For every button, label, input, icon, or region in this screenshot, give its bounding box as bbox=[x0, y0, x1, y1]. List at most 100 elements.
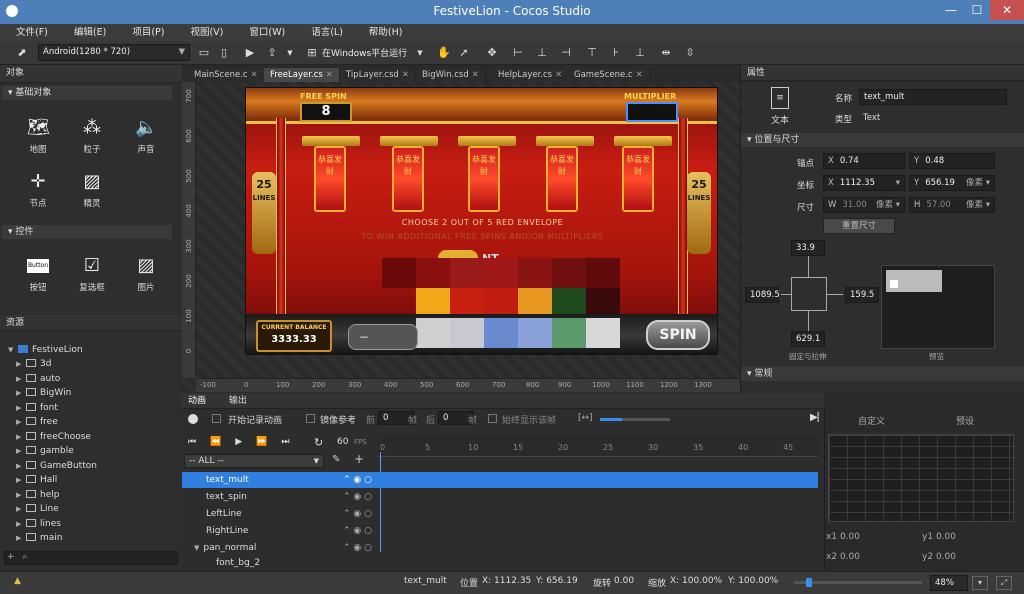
mirror-checkbox[interactable] bbox=[306, 414, 315, 423]
align-middle-icon[interactable]: ⊦ bbox=[608, 45, 624, 61]
resource-folder[interactable]: ▶ freeChoose bbox=[16, 430, 91, 444]
margin-right-field[interactable]: 159.5 bbox=[845, 287, 879, 303]
align-right-icon[interactable]: ⊣ bbox=[558, 45, 574, 61]
run-target-dropdown-icon[interactable]: ▼ bbox=[412, 45, 428, 61]
minus-button[interactable]: − bbox=[348, 324, 418, 350]
playback-controls[interactable]: ⏮⏪▶⏩⏭ bbox=[188, 437, 304, 447]
align-left-icon[interactable]: ⊢ bbox=[510, 45, 526, 61]
resource-folder[interactable]: ▶ Line bbox=[16, 502, 59, 516]
control-checkbox[interactable]: ☑ 复选框 bbox=[70, 255, 114, 293]
zoom-slider[interactable] bbox=[794, 578, 922, 587]
reset-size-button[interactable]: 重置尺寸 bbox=[823, 218, 895, 234]
resource-folder[interactable]: ▶ main bbox=[16, 531, 63, 545]
loop-icon[interactable]: ↻ bbox=[314, 436, 323, 449]
playhead[interactable] bbox=[380, 452, 381, 552]
edit-icon[interactable]: ✎ bbox=[332, 454, 340, 465]
control-button[interactable]: Button 按钮 bbox=[16, 255, 60, 293]
menu-window[interactable]: 窗口(W) bbox=[241, 24, 293, 41]
always-show-checkbox[interactable] bbox=[488, 414, 497, 423]
tab-animation[interactable]: 动画 bbox=[188, 396, 206, 406]
preset-tab[interactable]: 预设 bbox=[956, 414, 974, 427]
export-icon[interactable]: ⇪ bbox=[264, 45, 280, 61]
name-field[interactable]: text_mult bbox=[859, 89, 1007, 105]
resolution-select[interactable]: Android(1280 * 720) ▼ bbox=[38, 44, 190, 61]
menu-file[interactable]: 文件(F) bbox=[8, 24, 56, 41]
record-icon[interactable] bbox=[188, 414, 198, 424]
margin-top-field[interactable]: 33.9 bbox=[791, 240, 825, 256]
margin-bottom-field[interactable]: 629.1 bbox=[791, 331, 825, 347]
red-envelope[interactable]: 恭喜发财 bbox=[392, 146, 424, 212]
red-envelope[interactable]: 恭喜发财 bbox=[314, 146, 346, 212]
size-h-field[interactable]: H 57.00 像素 ▾ bbox=[909, 197, 995, 213]
portrait-icon[interactable]: ▯ bbox=[216, 45, 232, 61]
game-scene-preview[interactable]: FREE SPIN 8 MULTIPLIER 恭喜发财 恭喜发财 恭喜发财 恭喜… bbox=[245, 87, 718, 355]
publish-icon[interactable]: ⬈ bbox=[14, 45, 30, 61]
red-envelope[interactable]: 恭喜发财 bbox=[546, 146, 578, 212]
general-section[interactable]: ▾ 常规 bbox=[741, 367, 1024, 381]
coord-x-field[interactable]: X 1112.35 ▾ bbox=[823, 175, 905, 191]
distribute-v-icon[interactable]: ⇳ bbox=[682, 45, 698, 61]
resource-folder[interactable]: ▶ Hall bbox=[16, 473, 57, 487]
fps-value[interactable]: 60 bbox=[337, 437, 348, 447]
landscape-icon[interactable]: ▭ bbox=[196, 45, 212, 61]
resource-folder[interactable]: ▶ lines bbox=[16, 517, 61, 531]
zoom-slider[interactable] bbox=[600, 418, 670, 421]
add-icon[interactable]: + bbox=[5, 552, 15, 562]
custom-tab[interactable]: 自定义 bbox=[858, 414, 885, 427]
timeline-row[interactable]: ▼ pan_normal ⌃ ◉ ○ bbox=[182, 540, 378, 556]
resource-folder[interactable]: ▶ auto bbox=[16, 372, 60, 386]
tab-output[interactable]: 输出 bbox=[229, 396, 247, 406]
tab-mainscene[interactable]: MainScene.c ✕ bbox=[188, 68, 265, 82]
move-tool-icon[interactable]: ✥ bbox=[484, 45, 500, 61]
timeline-row[interactable]: text_spin ⌃ ◉ ○ bbox=[182, 489, 378, 505]
resource-folder[interactable]: ▶ gamble bbox=[16, 444, 74, 458]
resource-root[interactable]: ▼ FestiveLion bbox=[8, 343, 83, 357]
tab-helplayer[interactable]: HelpLayer.cs ✕ bbox=[492, 68, 570, 82]
hand-tool-icon[interactable]: ✋ bbox=[436, 45, 452, 61]
anchor-x-field[interactable]: X 0.74 bbox=[823, 153, 905, 169]
resource-folder[interactable]: ▶ BigWin bbox=[16, 386, 71, 400]
timeline-row[interactable]: LeftLine ⌃ ◉ ○ bbox=[182, 506, 378, 522]
zoom-field[interactable]: 48% bbox=[930, 575, 968, 591]
distribute-h-icon[interactable]: ⇹ bbox=[658, 45, 674, 61]
coord-y-field[interactable]: Y 656.19 像素 ▾ bbox=[909, 175, 995, 191]
record-checkbox[interactable] bbox=[212, 414, 221, 423]
export-dropdown-icon[interactable]: ▼ bbox=[282, 45, 298, 61]
close-button[interactable]: ✕ bbox=[990, 0, 1024, 20]
align-center-icon[interactable]: ⊥ bbox=[534, 45, 550, 61]
resource-folder[interactable]: ▶ GameButton bbox=[16, 459, 97, 473]
align-bottom-icon[interactable]: ⊥ bbox=[632, 45, 648, 61]
controls-section[interactable]: ▾ 控件 bbox=[2, 225, 172, 239]
easing-curve-grid[interactable] bbox=[828, 434, 1014, 522]
frame-range-icon[interactable]: [↔] bbox=[578, 413, 593, 423]
add-icon[interactable]: + bbox=[354, 452, 364, 466]
timeline-row[interactable]: RightLine ⌃ ◉ ○ bbox=[182, 523, 378, 539]
resource-folder[interactable]: ▶ help bbox=[16, 488, 59, 502]
menu-view[interactable]: 视图(V) bbox=[182, 24, 231, 41]
red-envelope[interactable]: 恭喜发财 bbox=[622, 146, 654, 212]
anchor-y-field[interactable]: Y 0.48 bbox=[909, 153, 995, 169]
tab-freelayer[interactable]: FreeLayer.cs ✕ bbox=[264, 68, 340, 82]
object-map[interactable]: 🗺 地图 bbox=[16, 117, 60, 155]
minimize-button[interactable]: — bbox=[938, 0, 964, 20]
warning-icon[interactable]: ▲ bbox=[14, 576, 21, 586]
resource-folder[interactable]: ▶ 3d bbox=[16, 357, 51, 371]
spin-button[interactable]: SPIN bbox=[646, 320, 710, 350]
play-icon[interactable]: ▶ bbox=[242, 45, 258, 61]
size-w-field[interactable]: W 31.00 像素 ▾ bbox=[823, 197, 905, 213]
maximize-button[interactable]: ☐ bbox=[964, 0, 990, 20]
tab-bigwin[interactable]: BigWin.csd ✕ bbox=[416, 68, 486, 82]
select-tool-icon[interactable]: ➚ bbox=[456, 45, 472, 61]
control-image[interactable]: ▨ 图片 bbox=[124, 255, 168, 293]
timeline-track[interactable] bbox=[378, 472, 818, 488]
run-target-label[interactable]: 在Windows平台运行 bbox=[322, 46, 407, 59]
tab-tiplayer[interactable]: TipLayer.csd ✕ bbox=[340, 68, 416, 82]
node-filter-select[interactable]: -- ALL -- ▼ bbox=[184, 454, 324, 468]
object-sound[interactable]: 🔈 声音 bbox=[124, 117, 168, 155]
tab-gamescene[interactable]: GameScene.c ✕ bbox=[568, 68, 650, 82]
menu-language[interactable]: 语言(L) bbox=[303, 24, 351, 41]
menu-help[interactable]: 帮助(H) bbox=[361, 24, 411, 41]
position-size-section[interactable]: ▾ 位置与尺寸 bbox=[741, 133, 1024, 147]
zoom-dropdown-icon[interactable]: ▾ bbox=[972, 576, 988, 590]
margin-left-field[interactable]: 1089.5 bbox=[745, 287, 780, 303]
